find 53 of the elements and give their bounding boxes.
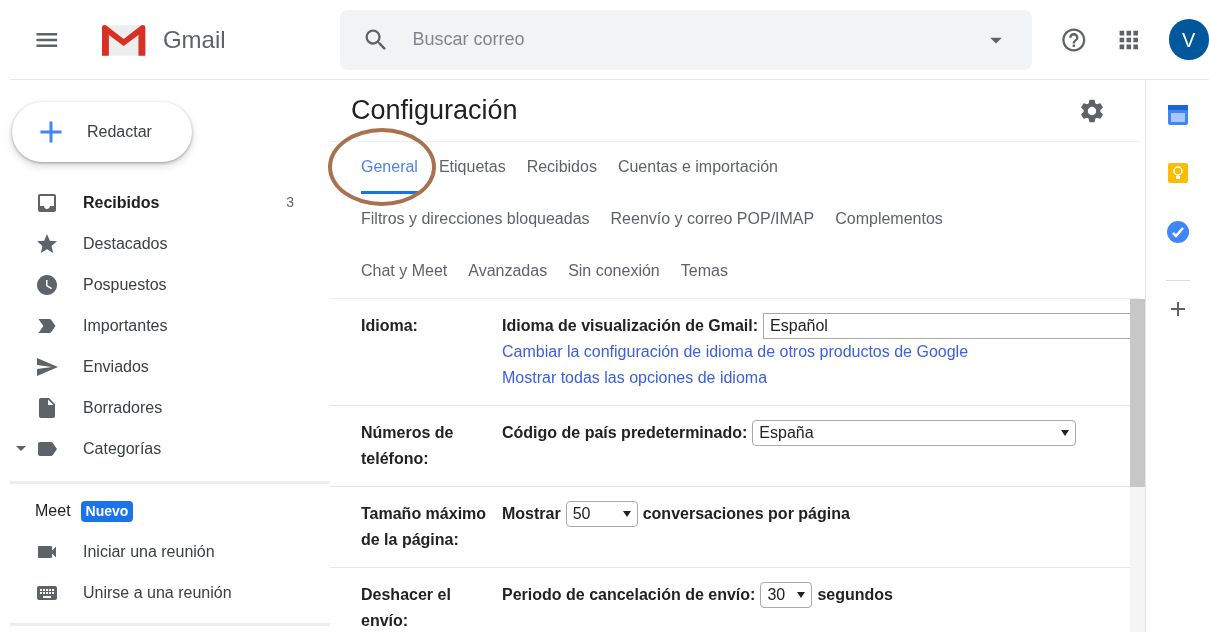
dropdown-select[interactable]: España xyxy=(752,420,1077,446)
settings-tab[interactable]: General xyxy=(361,142,418,194)
setting-link[interactable]: Mostrar todas las opciones de idioma xyxy=(502,366,768,390)
app-name: Gmail xyxy=(162,24,227,55)
gmail-logo-icon xyxy=(99,22,147,57)
setting-name: Números de teléfono: xyxy=(361,423,455,469)
settings-tab[interactable]: Reenvío y correo POP/IMAP xyxy=(610,194,815,246)
setting-label: Periodo de cancelación de envío: xyxy=(502,585,756,605)
setting-label: conversaciones por página xyxy=(642,504,850,524)
settings-tab[interactable]: Chat y Meet xyxy=(361,246,448,298)
settings-tab[interactable]: Etiquetas xyxy=(438,142,506,194)
setting-label: Código de país predeterminado: xyxy=(502,423,748,443)
section-heading: Meet xyxy=(35,501,71,521)
new-badge: Nuevo xyxy=(80,500,134,522)
settings-tab[interactable]: Avanzadas xyxy=(468,246,548,298)
sidebar-item[interactable]: Categorías xyxy=(0,428,330,469)
dropdown-arrow-icon xyxy=(1061,430,1070,436)
settings-tab[interactable]: Recibidos xyxy=(526,142,597,194)
avatar[interactable]: V xyxy=(1168,19,1209,60)
sidebar-item[interactable]: Destacados xyxy=(0,223,330,264)
scrollbar-thumb[interactable] xyxy=(1130,299,1145,487)
collapse-caret-icon[interactable] xyxy=(16,446,26,451)
dropdown-select[interactable]: 50 xyxy=(565,501,638,527)
settings-tab[interactable]: Temas xyxy=(680,246,728,298)
dropdown-select[interactable]: 30 xyxy=(760,582,813,608)
setting-label: segundos xyxy=(817,585,893,605)
language-field[interactable]: Español xyxy=(763,313,1130,339)
sidebar-item[interactable]: Importantes xyxy=(0,305,330,346)
sidebar-item[interactable]: Enviados xyxy=(0,346,330,387)
page-title: Configuración xyxy=(351,94,518,128)
sidebar-item[interactable]: Borradores xyxy=(0,387,330,428)
setting-name: Idioma: xyxy=(361,316,419,336)
sidebar-item[interactable]: Recibidos 3 xyxy=(0,182,330,223)
sidebar-item[interactable]: Unirse a una reunión xyxy=(0,572,330,613)
compose-button[interactable]: Redactar xyxy=(12,102,192,162)
sidebar-item[interactable]: Iniciar una reunión xyxy=(0,531,330,572)
sidebar-item[interactable]: Pospuestos xyxy=(0,264,330,305)
setting-label: Mostrar xyxy=(502,504,561,524)
search-placeholder: Buscar correo xyxy=(412,28,526,51)
calendar-icon[interactable] xyxy=(1166,104,1189,126)
settings-tab[interactable]: Filtros y direcciones bloqueadas xyxy=(361,194,590,246)
settings-tab[interactable]: Sin conexión xyxy=(568,246,660,298)
setting-label: Idioma de visualización de Gmail: xyxy=(502,316,759,336)
setting-link[interactable]: Cambiar la configuración de idioma de otros productos de Google xyxy=(502,340,969,364)
settings-tab[interactable]: Complementos xyxy=(835,194,943,246)
tasks-icon[interactable] xyxy=(1165,220,1190,244)
setting-name: Tamaño máximo de la página: xyxy=(361,504,488,550)
dropdown-arrow-icon xyxy=(797,592,806,598)
dropdown-arrow-icon xyxy=(622,511,631,517)
unread-count: 3 xyxy=(286,193,294,212)
settings-tab[interactable]: Cuentas e importación xyxy=(617,142,778,194)
clock-icon xyxy=(35,272,59,297)
setting-name: Deshacer el envío: xyxy=(361,585,452,631)
